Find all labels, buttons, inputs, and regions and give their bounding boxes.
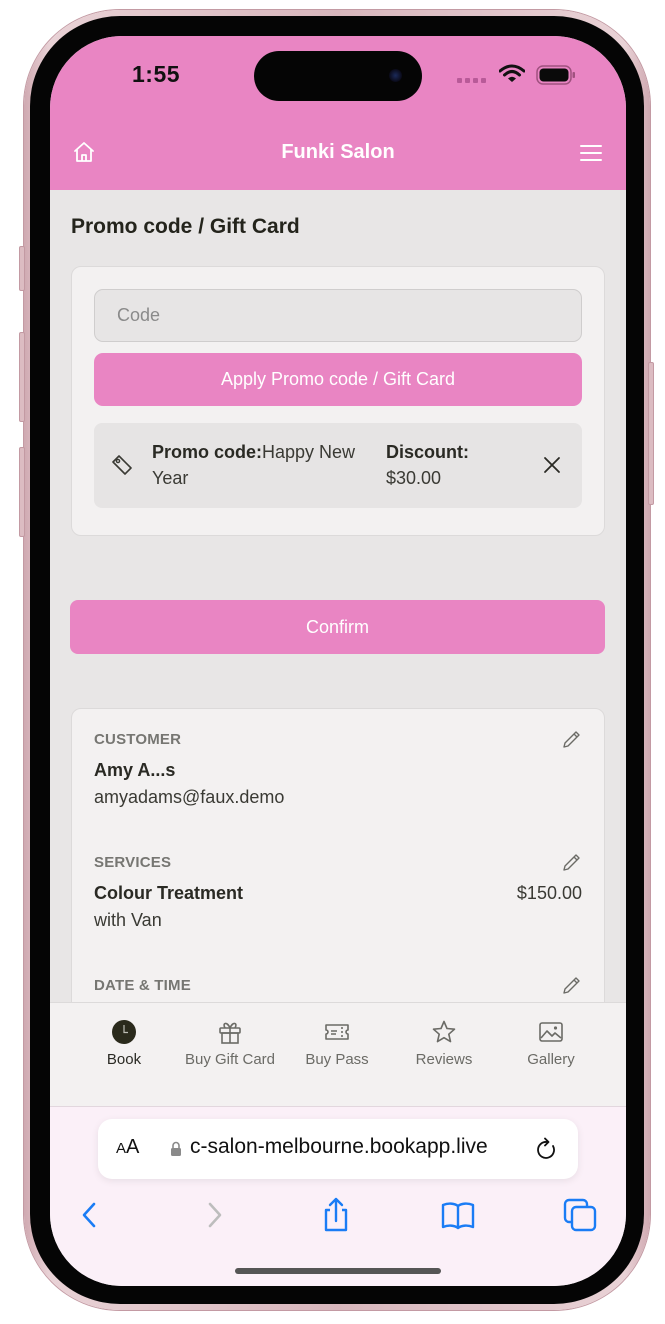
browser-toolbar: AA c-salon-melbourne.bookapp.live [50,1106,626,1286]
volume-up-button [19,332,25,422]
ticket-icon [325,1024,349,1040]
nav-label-gallery: Gallery [527,1051,575,1068]
phone-screen: 1:55 Funki Salon Promo code / Gift Card [50,36,626,1286]
status-time: 1:55 [132,61,181,87]
camera-icon [389,69,402,82]
reload-icon[interactable] [536,1137,558,1161]
url-text: c-salon-melbourne.bookapp.live [190,1135,488,1158]
promo-code-input[interactable] [94,289,582,342]
action-button [19,246,25,291]
discount-value: $30.00 [386,468,442,488]
service-price: $150.00 [516,883,582,903]
discount-text: Discount: $30.00 [386,439,506,491]
wifi-icon [499,64,525,82]
star-icon [432,1020,456,1043]
image-icon [539,1022,563,1042]
bottom-nav: Book Buy Gift Card Buy Pass Reviews Gall… [50,1002,626,1106]
nav-item-reviews[interactable]: Reviews [389,1019,499,1068]
battery-icon [536,65,575,85]
cellular-signal-icon [457,78,486,83]
promo-code-text: Promo code:Happy New Year [152,439,372,491]
customer-name: Amy A...s [94,760,176,780]
nav-label-book: Book [106,1051,142,1068]
services-label: SERVICES [94,854,172,871]
nav-label-reviews: Reviews [415,1051,473,1068]
edit-services-pencil-icon[interactable] [560,852,582,874]
service-name: Colour Treatment [94,883,244,903]
promo-card: Apply Promo code / Gift Card Promo code:… [71,266,605,536]
back-chevron-icon[interactable] [72,1197,108,1233]
remove-promo-close-icon[interactable] [542,455,562,475]
app-header: 1:55 Funki Salon [50,36,626,190]
nav-item-gallery[interactable]: Gallery [496,1019,606,1068]
gift-icon [219,1022,241,1044]
nav-item-book[interactable]: Book [69,1019,179,1068]
forward-chevron-icon[interactable] [196,1197,232,1233]
main-content: Promo code / Gift Card Apply Promo code … [50,190,626,1048]
power-button [648,362,654,505]
clock-icon [112,1020,136,1044]
nav-item-buy-pass[interactable]: Buy Pass [282,1019,392,1068]
nav-item-buy-gift-card[interactable]: Buy Gift Card [175,1019,285,1068]
tag-icon [112,455,132,475]
tabs-icon[interactable] [562,1197,598,1233]
reader-text-size-button[interactable]: AA [116,1136,139,1159]
applied-promo: Promo code:Happy New Year Discount: $30.… [94,423,582,508]
edit-customer-pencil-icon[interactable] [560,729,582,751]
address-bar[interactable]: AA c-salon-melbourne.bookapp.live [98,1119,578,1179]
promo-section-title: Promo code / Gift Card [71,215,300,238]
customer-email: amyadams@faux.demo [94,787,285,807]
hamburger-menu-icon[interactable] [580,144,602,162]
nav-label-buy-gift-card: Buy Gift Card [184,1051,276,1068]
lock-icon [171,1141,181,1156]
confirm-button[interactable]: Confirm [70,600,605,654]
home-indicator[interactable] [235,1268,441,1274]
nav-label-buy-pass: Buy Pass [305,1051,369,1068]
volume-down-button [19,447,25,537]
discount-label: Discount: [386,442,469,462]
date-time-label: DATE & TIME [94,977,191,994]
share-icon[interactable] [318,1197,354,1233]
dynamic-island [254,51,422,101]
customer-label: CUSTOMER [94,731,182,748]
service-staff: with Van [94,910,162,930]
apply-promo-button[interactable]: Apply Promo code / Gift Card [94,353,582,406]
app-title: Funki Salon [281,141,395,163]
promo-code-label: Promo code: [152,442,263,462]
bookmarks-book-icon[interactable] [440,1197,476,1233]
edit-date-time-pencil-icon[interactable] [560,975,582,997]
booking-summary-card: CUSTOMER Amy A...s amyadams@faux.demo SE… [71,708,605,1048]
